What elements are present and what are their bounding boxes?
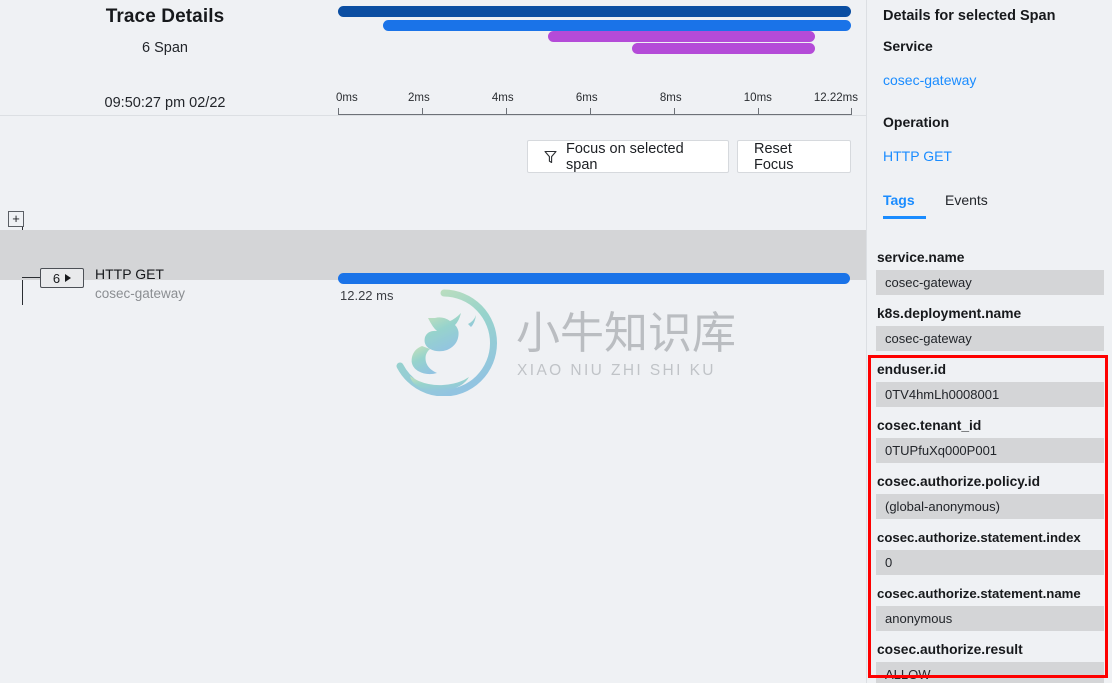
axis-tick-label: 2ms [407, 92, 430, 104]
tag-row: cosec.authorize.result ALLOW [867, 640, 1112, 683]
tag-row: cosec.tenant_id 0TUPfuXq000P001 [867, 416, 1112, 463]
caret-right-icon [65, 274, 72, 282]
span-list: + 6 HTTP GET cosec-gateway 12.22 ms [0, 205, 866, 305]
detail-panel-title: Details for selected Span [883, 8, 1056, 24]
focus-on-selected-span-button[interactable]: Focus on selected span [527, 140, 729, 173]
detail-tabs: Tags Events [867, 192, 1112, 222]
reset-focus-button[interactable]: Reset Focus [737, 140, 851, 173]
span-service-name: cosec-gateway [95, 286, 186, 301]
axis-tick-label: 6ms [575, 92, 598, 104]
tag-value[interactable]: ALLOW [876, 662, 1104, 683]
trace-toolbar: Focus on selected span Reset Focus [0, 140, 866, 174]
bar-child-2 [548, 31, 815, 42]
trace-details-page: Trace Details 6 Span 09:50:27 pm 02/22 0… [0, 0, 1112, 683]
tag-key: cosec.authorize.result [877, 642, 1023, 657]
tab-tags[interactable]: Tags [883, 192, 915, 216]
tag-row: enduser.id 0TV4hmLh0008001 [867, 360, 1112, 407]
tag-value[interactable]: cosec-gateway [876, 326, 1104, 351]
tag-value[interactable]: 0TV4hmLh0008001 [876, 382, 1104, 407]
axis-tick-label: 12.22ms [813, 92, 858, 104]
axis-tick-label: 0ms [336, 92, 358, 104]
tag-row: service.name cosec-gateway [867, 248, 1112, 295]
tag-list: service.name cosec-gateway k8s.deployment.… [867, 248, 1112, 683]
tag-row: cosec.authorize.statement.name anonymous [867, 584, 1112, 631]
tree-horizontal-connector [22, 277, 40, 278]
expand-all-toggle[interactable]: + [8, 211, 24, 227]
tag-row: k8s.deployment.name cosec-gateway [867, 304, 1112, 351]
tag-value[interactable]: cosec-gateway [876, 270, 1104, 295]
span-row[interactable]: 6 HTTP GET cosec-gateway 12.22 ms [0, 230, 866, 303]
tag-value[interactable]: 0TUPfuXq000P001 [876, 438, 1104, 463]
child-count-badge[interactable]: 6 [40, 268, 84, 288]
svg-text:XIAO NIU ZHI SHI KU: XIAO NIU ZHI SHI KU [517, 362, 716, 379]
tag-key: cosec.authorize.policy.id [877, 474, 1041, 489]
trace-main-panel: Trace Details 6 Span 09:50:27 pm 02/22 0… [0, 0, 866, 683]
service-link[interactable]: cosec-gateway [883, 72, 976, 88]
span-count-label: 6 Span [142, 40, 188, 56]
header-divider [0, 115, 866, 116]
tag-key: enduser.id [877, 362, 947, 377]
tab-events[interactable]: Events [945, 192, 988, 216]
page-title: Trace Details [105, 6, 225, 27]
tag-key: cosec.authorize.statement.index [877, 530, 1081, 545]
operation-link[interactable]: HTTP GET [883, 148, 952, 164]
service-label: Service [883, 38, 933, 54]
focus-button-label: Focus on selected span [566, 140, 684, 173]
tag-value[interactable]: anonymous [876, 606, 1104, 631]
bar-root [338, 6, 851, 17]
trace-timestamp: 09:50:27 pm 02/22 [104, 95, 226, 111]
active-tab-indicator [883, 216, 926, 219]
span-detail-panel: Details for selected Span Service cosec-… [866, 0, 1112, 683]
span-duration-bar[interactable] [338, 273, 850, 284]
tag-value[interactable]: 0 [876, 550, 1104, 575]
bar-child-3 [632, 43, 816, 54]
reset-button-label: Reset Focus [754, 140, 794, 173]
operation-label: Operation [883, 114, 950, 130]
tag-key: k8s.deployment.name [877, 306, 1022, 321]
axis-tick-label: 4ms [491, 92, 514, 104]
trace-minimap[interactable] [330, 0, 855, 92]
axis-tick-label: 10ms [743, 92, 772, 104]
tag-key: cosec.tenant_id [877, 418, 982, 433]
tag-key: cosec.authorize.statement.name [877, 586, 1081, 601]
axis-tick-label: 8ms [659, 92, 682, 104]
child-count-label: 6 [52, 270, 61, 286]
span-duration-label: 12.22 ms [340, 288, 394, 303]
tag-row: cosec.authorize.statement.index 0 [867, 528, 1112, 575]
bar-child-1 [383, 20, 851, 31]
span-operation-name: HTTP GET [95, 266, 164, 282]
svg-text:小牛知识库: 小牛知识库 [516, 308, 734, 359]
tag-value[interactable]: (global-anonymous) [876, 494, 1104, 519]
funnel-icon [544, 150, 557, 164]
tag-key: service.name [877, 250, 965, 265]
tag-row: cosec.authorize.policy.id (global-anonymo… [867, 472, 1112, 519]
